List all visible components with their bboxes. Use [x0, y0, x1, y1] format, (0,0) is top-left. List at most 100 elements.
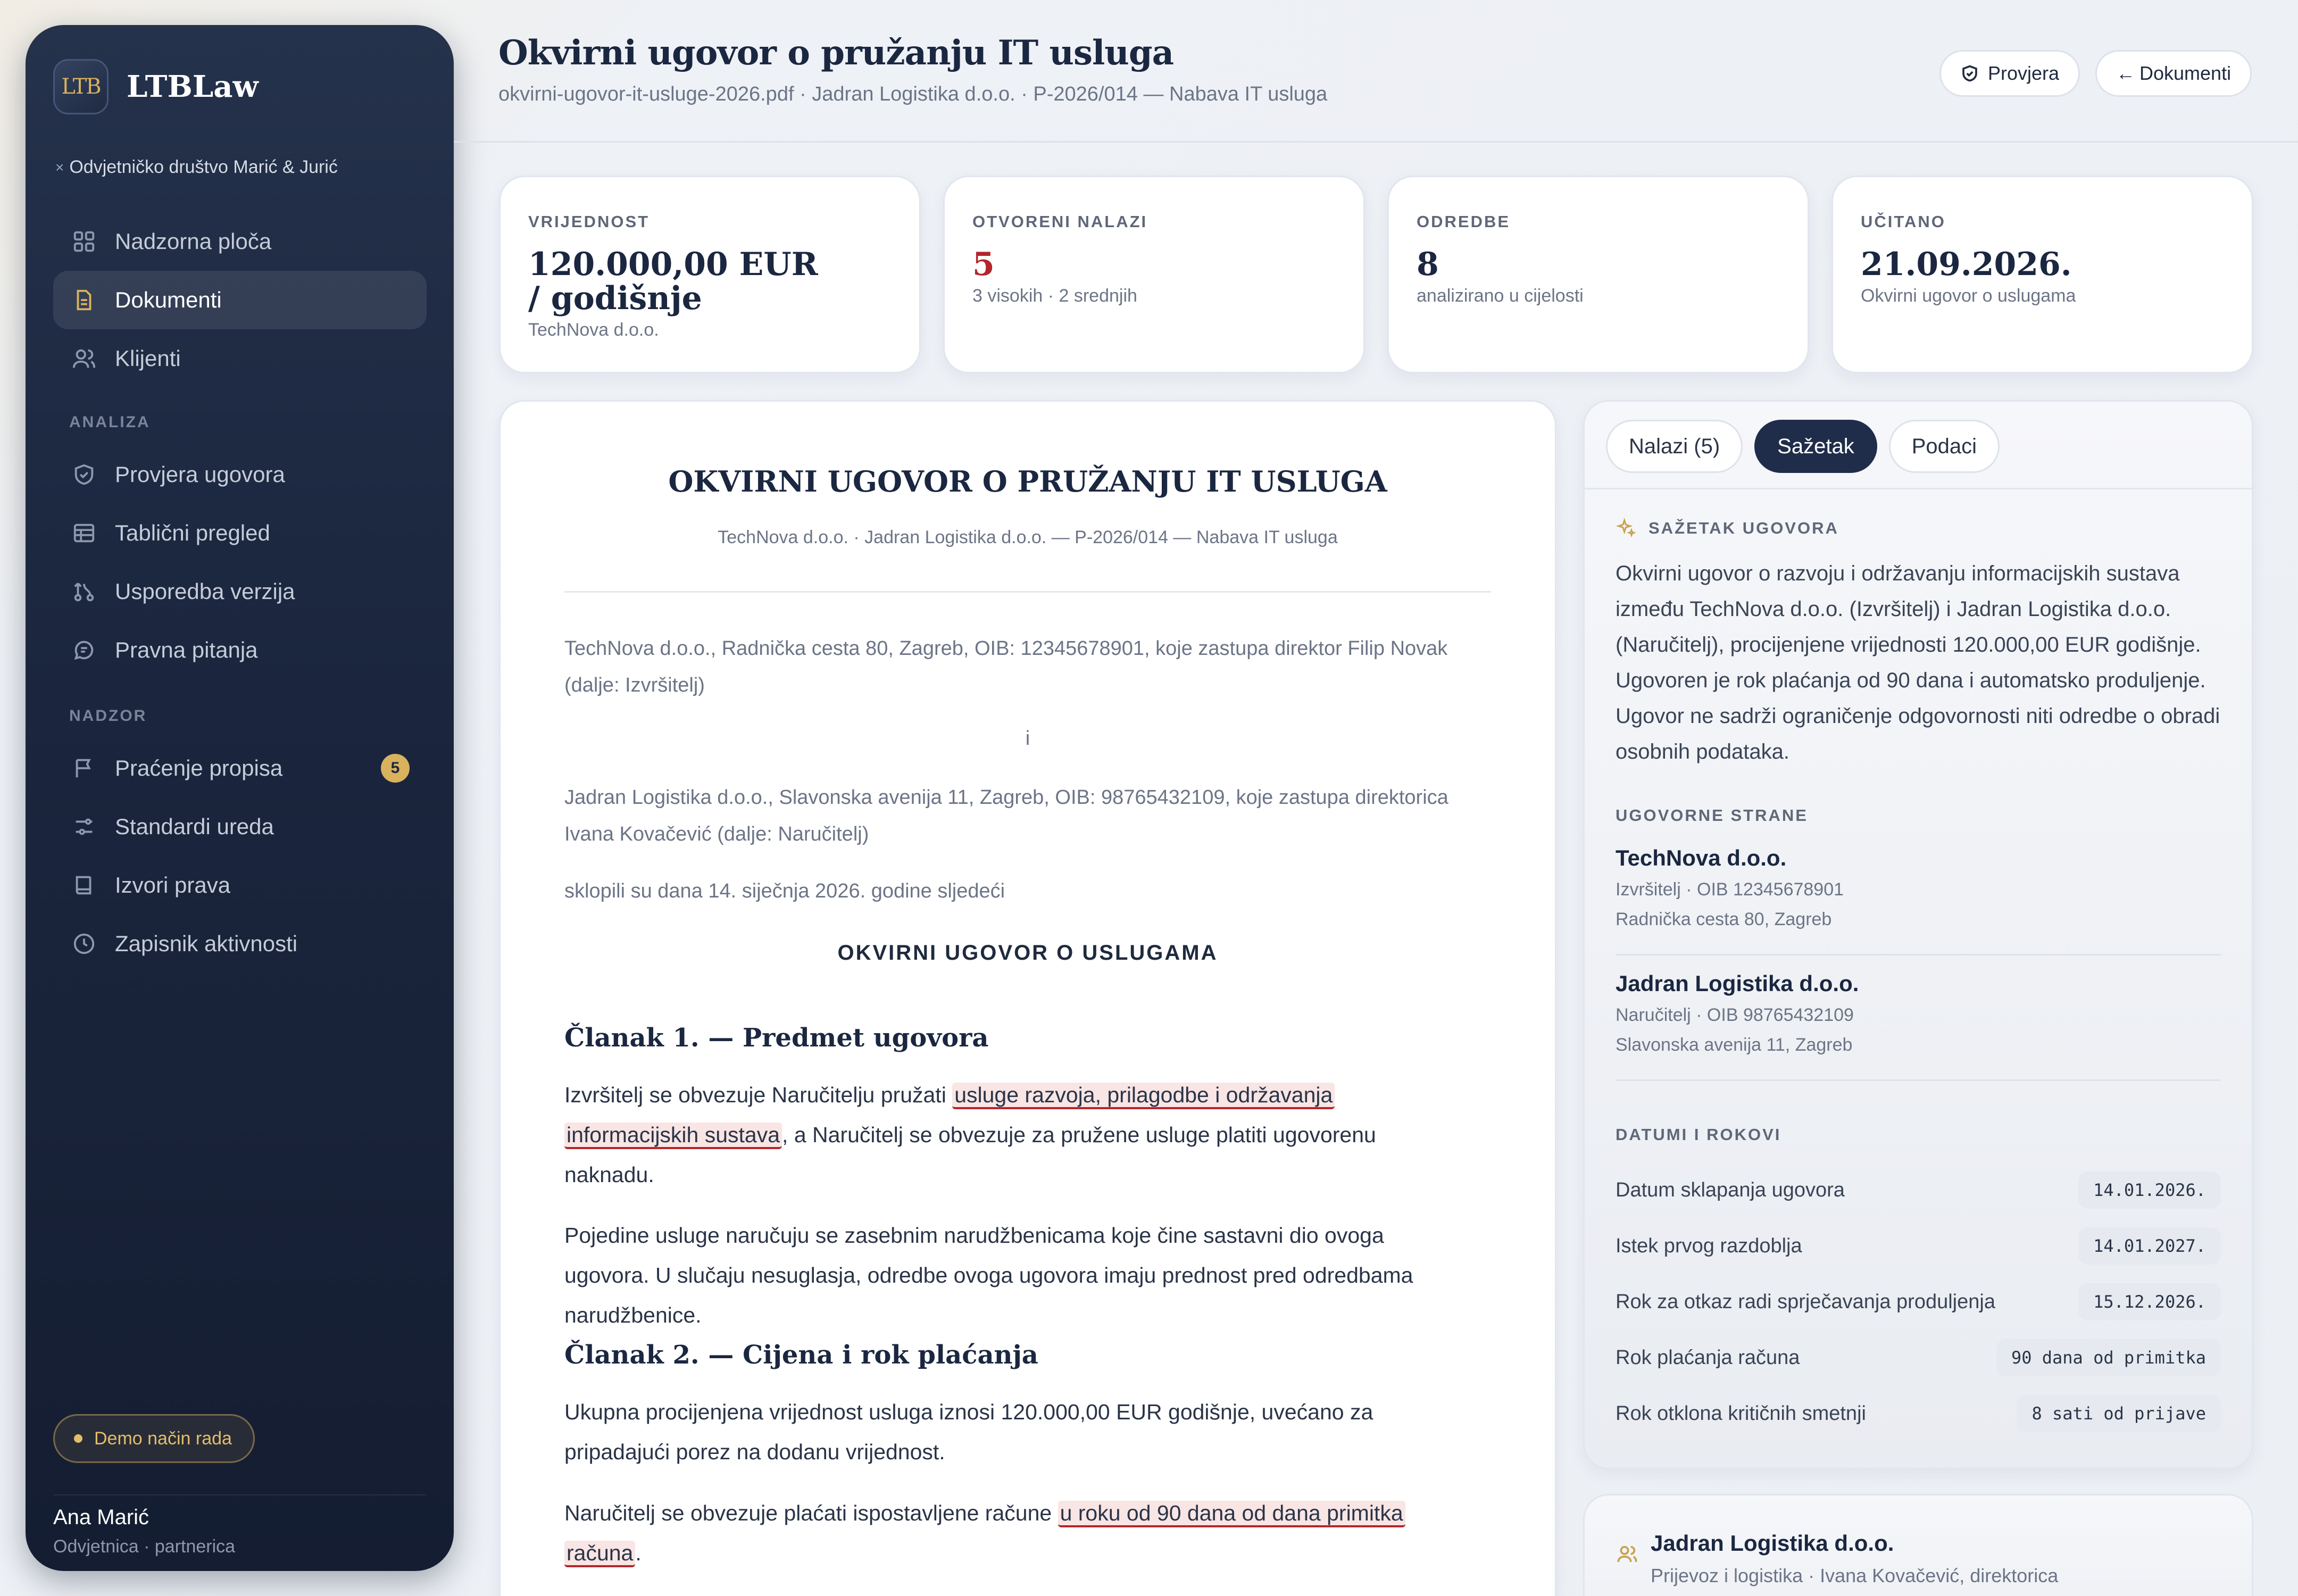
date-value: 8 sati od prijave: [2017, 1395, 2221, 1432]
party-address: Radnička cesta 80, Zagreb: [1616, 909, 1832, 929]
document-title: OKVIRNI UGOVOR O PRUŽANJU IT USLUGA: [668, 464, 1387, 498]
nav-item-activity-log[interactable]: Zapisnik aktivnosti: [53, 915, 427, 973]
brand[interactable]: LTB LTBLaw: [53, 59, 259, 114]
sparkle-icon: [1616, 518, 1636, 538]
sidebar: LTB LTBLaw × Odvjetničko društvo Marić &…: [26, 25, 454, 1571]
nav-label: Provjera ugovora: [115, 462, 285, 487]
nav-item-version-compare[interactable]: Usporedba verzija: [53, 562, 427, 621]
check-button[interactable]: Provjera: [1939, 50, 2080, 97]
brand-name: LTBLaw: [127, 69, 259, 104]
back-to-documents-button[interactable]: ← Dokumenti: [2095, 50, 2252, 97]
party-address: Slavonska avenija 11, Zagreb: [1616, 1035, 1853, 1055]
date-label: Rok otklona kritičnih smetnji: [1616, 1402, 1866, 1425]
nav-label: Nadzorna ploča: [115, 229, 272, 254]
shield-icon: [1962, 65, 1977, 82]
panel-tabs: Nalazi (5) Sažetak Podaci: [1606, 420, 2011, 473]
compare-icon: [71, 579, 97, 604]
stat-value: 21.09.2026.: [1861, 246, 2072, 283]
article-1-title: Članak 1. — Predmet ugovora: [564, 1023, 989, 1053]
dates-section-title: DATUMI I ROKOVI: [1616, 1125, 1781, 1144]
party-name: Jadran Logistika d.o.o.: [1616, 971, 1859, 996]
date-row: Rok plaćanja računa 90 dana od primitka: [1616, 1336, 2221, 1379]
article-1-paragraph-1: Izvršitelj se obvezuje Naručitelju pruža…: [564, 1083, 1376, 1187]
finding-highlight[interactable]: informacijskih sustava: [564, 1123, 782, 1149]
tab-findings[interactable]: Nalazi (5): [1606, 420, 1743, 473]
nav-item-documents[interactable]: Dokumenti: [53, 271, 427, 329]
back-button-label: Dokumenti: [2139, 62, 2232, 84]
grid-icon: [71, 229, 97, 254]
nav-item-office-standards[interactable]: Standardi ureda: [53, 797, 427, 856]
divider: [1616, 1079, 2221, 1081]
stat-label: ODREDBE: [1417, 212, 1511, 231]
date-label: Istek prvog razdoblja: [1616, 1234, 1802, 1257]
nav-label: Pravna pitanja: [115, 637, 258, 662]
client-card[interactable]: Jadran Logistika d.o.o. Prijevoz i logis…: [1583, 1494, 2253, 1596]
nav-item-legal-sources[interactable]: Izvori prava: [53, 856, 427, 915]
finding-highlight[interactable]: u roku od 90 dana od dana primitka: [1058, 1501, 1405, 1527]
close-icon[interactable]: ×: [55, 159, 64, 176]
analysis-panel: Nalazi (5) Sažetak Podaci SAŽETAK UGOVOR…: [1583, 400, 2253, 1469]
party-role: Izvršitelj · OIB 12345678901: [1616, 879, 1844, 900]
nav-item-contract-check[interactable]: Provjera ugovora: [53, 445, 427, 504]
stat-label: UČITANO: [1861, 212, 1946, 231]
stat-label: VRIJEDNOST: [528, 212, 650, 231]
divider: [53, 1494, 426, 1495]
document-icon: [71, 287, 97, 313]
stat-card-findings[interactable]: OTVORENI NALAZI 5 3 visokih · 2 srednjih: [943, 176, 1365, 373]
flag-icon: [71, 755, 97, 781]
page-header: Okvirni ugovor o pružanju IT usluga okvi…: [454, 0, 2298, 143]
party-name: TechNova d.o.o.: [1616, 845, 1787, 870]
date-row: Rok otklona kritičnih smetnji 8 sati od …: [1616, 1392, 2221, 1435]
nav-item-legal-questions[interactable]: Pravna pitanja: [53, 621, 427, 679]
document-heading: OKVIRNI UGOVOR O USLUGAMA: [837, 941, 1218, 965]
date-row: Datum sklapanja ugovora 14.01.2026.: [1616, 1169, 2221, 1211]
check-button-label: Provjera: [1988, 62, 2060, 84]
contract-summary: Okvirni ugovor o razvoju i održavanju in…: [1616, 562, 2220, 763]
sliders-icon: [71, 814, 97, 839]
stat-value: 5: [972, 246, 995, 283]
user-name[interactable]: Ana Marić: [53, 1506, 149, 1530]
chat-icon: [71, 637, 97, 663]
date-label: Datum sklapanja ugovora: [1616, 1178, 1845, 1201]
article-2-title: Članak 2. — Cijena i rok plaćanja: [564, 1340, 1038, 1370]
tab-data[interactable]: Podaci: [1888, 420, 2000, 473]
firm-name: Odvjetničko društvo Marić & Jurić: [69, 157, 338, 177]
concluded-text: sklopili su dana 14. siječnja 2026. godi…: [564, 880, 1005, 902]
demo-label: Demo način rada: [94, 1428, 232, 1449]
arrow-left-icon: ←: [2116, 62, 2135, 84]
users-icon: [71, 346, 97, 371]
stat-card-uploaded: UČITANO 21.09.2026. Okvirni ugovor o usl…: [1831, 176, 2253, 373]
clock-icon: [71, 931, 97, 957]
nav-item-table-review[interactable]: Tablični pregled: [53, 504, 427, 562]
nav-item-dashboard[interactable]: Nadzorna ploča: [53, 212, 427, 271]
party-2-text: Jadran Logistika d.o.o., Slavonska aveni…: [564, 786, 1448, 845]
firm-selector[interactable]: × Odvjetničko društvo Marić & Jurić: [55, 157, 338, 178]
status-dot: [74, 1434, 82, 1443]
nav-label: Tablični pregled: [115, 520, 270, 545]
shield-icon: [71, 462, 97, 487]
nav-label: Dokumenti: [115, 287, 222, 312]
stat-sub: Okvirni ugovor o uslugama: [1861, 286, 2076, 306]
stat-label: OTVORENI NALAZI: [972, 212, 1148, 231]
nav-section-analiza: ANALIZA: [69, 413, 151, 431]
brand-logo: LTB: [53, 59, 109, 114]
date-value: 14.01.2027.: [2078, 1227, 2221, 1265]
main-nav: Nadzorna ploča Dokumenti Klijenti: [53, 212, 427, 388]
stat-card-provisions: ODREDBE 8 analizirano u cijelosti: [1387, 176, 1809, 373]
demo-mode-badge[interactable]: Demo način rada: [53, 1414, 255, 1463]
nav-item-clients[interactable]: Klijenti: [53, 329, 427, 388]
document-viewer[interactable]: OKVIRNI UGOVOR O PRUŽANJU IT USLUGA Tech…: [499, 400, 1556, 1596]
divider: [1616, 954, 2221, 955]
nav-item-regulation-tracking[interactable]: Praćenje propisa 5: [53, 739, 427, 797]
tab-summary[interactable]: Sažetak: [1754, 420, 1877, 473]
document-subtitle: TechNova d.o.o. · Jadran Logistika d.o.o…: [718, 527, 1338, 547]
table-icon: [71, 520, 97, 546]
date-value: 15.12.2026.: [2078, 1283, 2221, 1320]
parties-section-title: UGOVORNE STRANE: [1616, 806, 1808, 825]
stat-sub: 3 visokih · 2 srednjih: [972, 286, 1137, 306]
finding-highlight[interactable]: računa: [564, 1541, 636, 1567]
finding-highlight[interactable]: usluge razvoja, prilagodbe i održavanja: [952, 1083, 1335, 1109]
date-row: Istek prvog razdoblja 14.01.2027.: [1616, 1225, 2221, 1267]
book-icon: [71, 872, 97, 898]
stat-sub: analizirano u cijelosti: [1417, 286, 1584, 306]
